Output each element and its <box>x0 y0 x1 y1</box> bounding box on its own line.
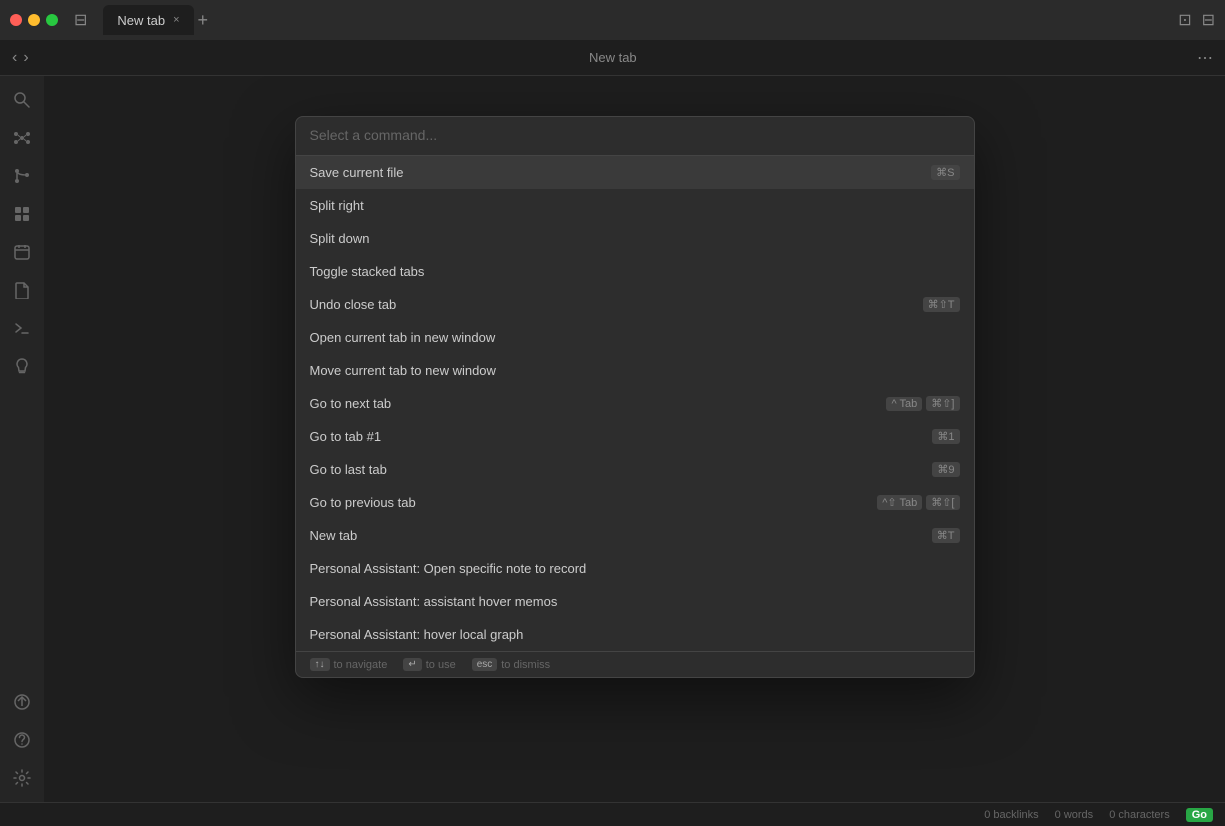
command-shortcut: ^⇧ Tab⌘⇧[ <box>877 495 959 510</box>
dismiss-key: esc <box>472 658 498 671</box>
sidebar-icon-help[interactable] <box>6 724 38 756</box>
sidebar-icon-grid[interactable] <box>6 198 38 230</box>
statusbar: 0 backlinks 0 words 0 characters Go <box>0 802 1225 826</box>
command-label: Personal Assistant: Open specific note t… <box>310 561 960 576</box>
command-label: Open current tab in new window <box>310 330 960 345</box>
command-label: Go to previous tab <box>310 495 878 510</box>
command-shortcut: ^ Tab⌘⇧] <box>886 396 959 411</box>
sidebar-icon-graph[interactable] <box>6 122 38 154</box>
sidebar-icon-lightbulb[interactable] <box>6 350 38 382</box>
go-status: Go <box>1186 808 1213 822</box>
command-item[interactable]: Personal Assistant: Open specific note t… <box>296 552 974 585</box>
sidebar-icon-search[interactable] <box>6 84 38 116</box>
use-label: to use <box>426 659 456 671</box>
command-item[interactable]: Save current file⌘S <box>296 156 974 189</box>
use-key: ↵ <box>403 658 421 671</box>
sidebar-icon-file[interactable] <box>6 274 38 306</box>
footer-use: ↵ to use <box>403 658 455 671</box>
command-item[interactable]: Personal Assistant: hover local graph <box>296 618 974 651</box>
command-item[interactable]: Split right <box>296 189 974 222</box>
command-input-area[interactable] <box>296 117 974 156</box>
back-button[interactable]: ‹ <box>12 49 17 67</box>
command-label: Personal Assistant: assistant hover memo… <box>310 594 960 609</box>
command-label: New tab <box>310 528 932 543</box>
command-label: Split down <box>310 231 960 246</box>
close-button[interactable] <box>10 14 22 26</box>
command-shortcut: ⌘T <box>932 528 960 543</box>
sidebar-icon-publish[interactable] <box>6 686 38 718</box>
minimize-button[interactable] <box>28 14 40 26</box>
sidebar-icon-terminal[interactable] <box>6 312 38 344</box>
content-area: Save current file⌘S Split right Split down… <box>44 76 1225 802</box>
command-label: Save current file <box>310 165 932 180</box>
forward-button[interactable]: › <box>23 49 28 67</box>
navigate-label: to navigate <box>334 659 388 671</box>
command-item[interactable]: Go to previous tab^⇧ Tab⌘⇧[ <box>296 486 974 519</box>
command-item[interactable]: Open current tab in new window <box>296 321 974 354</box>
command-shortcut: ⌘9 <box>932 462 959 477</box>
command-shortcut: ⌘1 <box>932 429 959 444</box>
sidebar-toggle-icon[interactable]: ⊟ <box>74 10 87 30</box>
tab-area: New tab × + <box>103 5 1170 35</box>
characters-count: 0 characters <box>1109 809 1170 821</box>
statusbar-right: 0 backlinks 0 words 0 characters Go <box>984 808 1213 822</box>
toolbar-nav: ‹ › <box>12 49 29 67</box>
command-footer: ↑↓ to navigate ↵ to use esc to dismiss <box>296 651 974 677</box>
command-item[interactable]: Go to last tab⌘9 <box>296 453 974 486</box>
command-label: Go to last tab <box>310 462 933 477</box>
toolbar-title: New tab <box>37 50 1189 65</box>
command-palette: Save current file⌘S Split right Split down… <box>295 116 975 678</box>
titlebar: ⊟ New tab × + ⊡ ⊟ <box>0 0 1225 40</box>
command-label: Toggle stacked tabs <box>310 264 960 279</box>
more-options-button[interactable]: ⋯ <box>1197 48 1213 68</box>
main-layout: Save current file⌘S Split right Split down… <box>0 76 1225 802</box>
command-item[interactable]: Toggle stacked tabs <box>296 255 974 288</box>
command-label: Personal Assistant: hover local graph <box>310 627 960 642</box>
command-item[interactable]: New tab⌘T <box>296 519 974 552</box>
words-count: 0 words <box>1055 809 1094 821</box>
command-label: Split right <box>310 198 960 213</box>
command-list: Save current file⌘S Split right Split down… <box>296 156 974 651</box>
sidebar-icon-settings[interactable] <box>6 762 38 794</box>
maximize-button[interactable] <box>46 14 58 26</box>
command-item[interactable]: Go to next tab^ Tab⌘⇧] <box>296 387 974 420</box>
tab-label: New tab <box>117 13 165 28</box>
dismiss-label: to dismiss <box>501 659 550 671</box>
command-shortcut: ⌘⇧T <box>923 297 960 312</box>
toolbar: ‹ › New tab ⋯ <box>0 40 1225 76</box>
backlinks-count: 0 backlinks <box>984 809 1038 821</box>
command-search-input[interactable] <box>310 127 960 143</box>
sidebar-icon-branches[interactable] <box>6 160 38 192</box>
add-tab-button[interactable]: + <box>198 10 209 31</box>
command-item[interactable]: Split down <box>296 222 974 255</box>
command-item[interactable]: Undo close tab⌘⇧T <box>296 288 974 321</box>
tab-close-icon[interactable]: × <box>173 14 179 26</box>
command-label: Go to tab #1 <box>310 429 933 444</box>
titlebar-right: ⊡ ⊟ <box>1178 10 1215 30</box>
sidebar-icon-calendar[interactable] <box>6 236 38 268</box>
command-label: Go to next tab <box>310 396 887 411</box>
navigate-key: ↑↓ <box>310 658 330 671</box>
command-item[interactable]: Move current tab to new window <box>296 354 974 387</box>
command-label: Undo close tab <box>310 297 923 312</box>
layout-icon[interactable]: ⊡ <box>1178 10 1191 30</box>
command-shortcut: ⌘S <box>931 165 959 180</box>
footer-dismiss: esc to dismiss <box>472 658 550 671</box>
sidebar <box>0 76 44 802</box>
command-item[interactable]: Personal Assistant: assistant hover memo… <box>296 585 974 618</box>
command-item[interactable]: Go to tab #1⌘1 <box>296 420 974 453</box>
traffic-lights <box>10 14 58 26</box>
command-label: Move current tab to new window <box>310 363 960 378</box>
panels-icon[interactable]: ⊟ <box>1202 10 1215 30</box>
current-tab[interactable]: New tab × <box>103 5 193 35</box>
footer-navigate: ↑↓ to navigate <box>310 658 388 671</box>
